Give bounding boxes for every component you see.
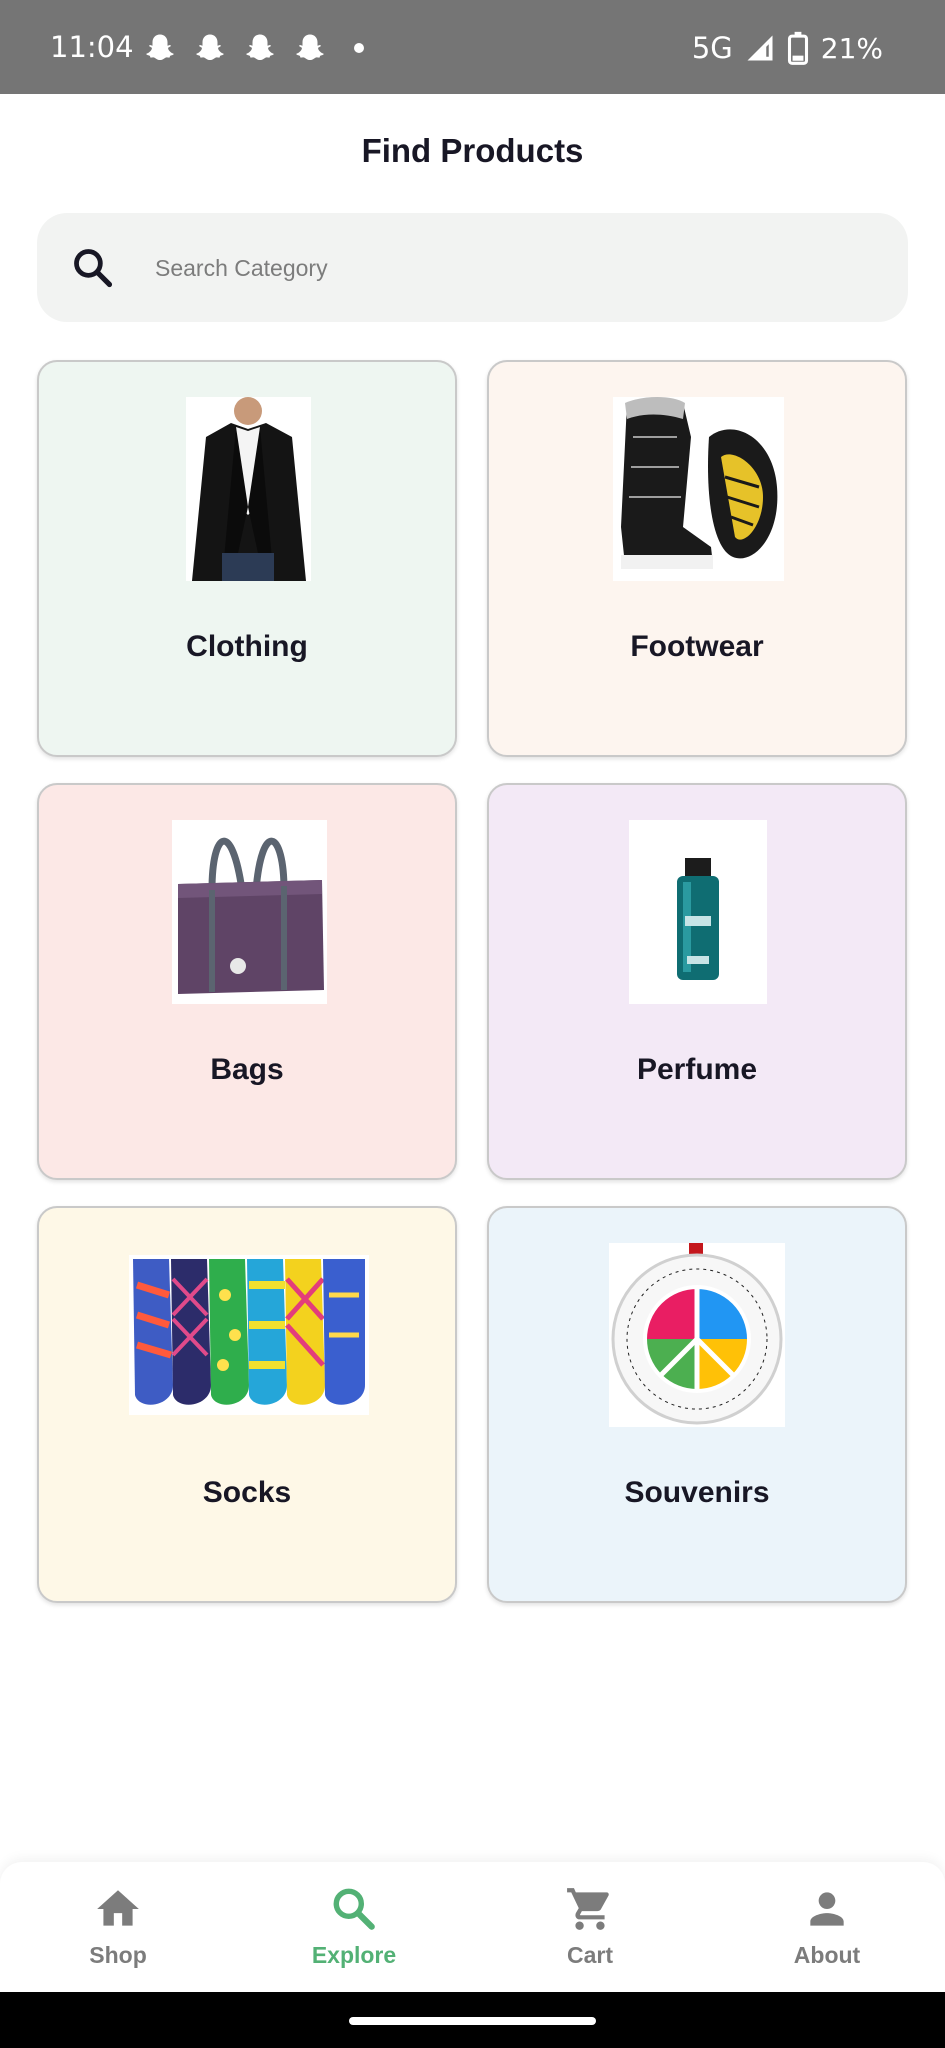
category-card-clothing[interactable]: Clothing: [37, 360, 457, 757]
more-notifications-dot: [354, 43, 364, 53]
nav-explore[interactable]: Explore: [274, 1884, 434, 1984]
category-label: Souvenirs: [624, 1476, 770, 1509]
category-card-bags[interactable]: Bags: [37, 783, 457, 1180]
category-card-footwear[interactable]: Footwear: [487, 360, 907, 757]
snapchat-icon: [142, 30, 178, 66]
search-input[interactable]: [155, 238, 855, 298]
nav-shop[interactable]: Shop: [38, 1884, 198, 1984]
socks-image: [129, 1255, 369, 1415]
signal-icon: [745, 33, 775, 63]
category-label: Clothing: [186, 630, 308, 663]
search-icon: [274, 1884, 434, 1934]
category-card-socks[interactable]: Socks: [37, 1206, 457, 1603]
snapchat-icon: [192, 30, 228, 66]
nav-about[interactable]: About: [747, 1884, 907, 1984]
category-card-souvenirs[interactable]: Souvenirs: [487, 1206, 907, 1603]
category-label: Footwear: [630, 630, 764, 663]
notification-icons: [142, 30, 364, 66]
nav-cart[interactable]: Cart: [510, 1884, 670, 1984]
cart-icon: [510, 1884, 670, 1934]
footwear-image: [613, 397, 784, 581]
nav-label: Cart: [566, 1942, 613, 1968]
home-gesture-handle[interactable]: [349, 2017, 596, 2025]
bottom-nav: Shop Explore Cart About: [0, 1862, 945, 1992]
category-card-perfume[interactable]: Perfume: [487, 783, 907, 1180]
nav-label: Shop: [89, 1942, 147, 1968]
status-time: 11:04: [50, 30, 134, 64]
search-icon: [71, 246, 115, 290]
category-label: Perfume: [636, 1053, 758, 1086]
system-navigation-bar: [0, 1992, 945, 2048]
battery-icon: [787, 31, 809, 65]
nav-label: About: [793, 1942, 861, 1968]
clothing-image: [186, 397, 311, 581]
page-title: Find Products: [361, 132, 584, 169]
battery-percent: 21%: [820, 31, 883, 65]
souvenirs-image: [609, 1243, 785, 1427]
snapchat-icon: [242, 30, 278, 66]
home-icon: [38, 1884, 198, 1934]
category-label: Bags: [210, 1053, 284, 1086]
search-bar[interactable]: [37, 213, 908, 322]
bags-image: [172, 820, 327, 1004]
status-right: 5G 21%: [692, 30, 883, 66]
perfume-image: [629, 820, 767, 1004]
nav-label: Explore: [311, 1942, 397, 1968]
person-icon: [747, 1884, 907, 1934]
status-bar: 11:04 5G 21%: [0, 0, 945, 94]
network-type: 5G: [691, 31, 733, 65]
category-label: Socks: [202, 1476, 292, 1509]
snapchat-icon: [292, 30, 328, 66]
